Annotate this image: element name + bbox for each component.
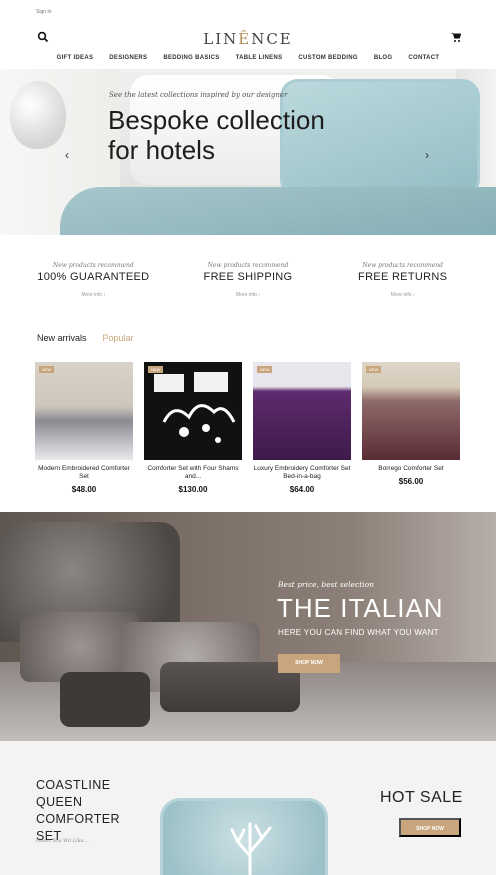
hot-sale-product-title[interactable]: COASTLINE QUEEN COMFORTER SET xyxy=(36,777,146,845)
hero-lamp-image xyxy=(10,81,66,149)
product-image[interactable]: NEW xyxy=(35,362,133,460)
feature-title: FREE SHIPPING xyxy=(203,271,293,283)
feature-kicker: New products recommend xyxy=(362,262,443,269)
feature-more-link[interactable]: More info › xyxy=(236,292,260,298)
features-row: New products recommend 100% GUARANTEED M… xyxy=(0,262,496,301)
feature-kicker: New products recommend xyxy=(53,262,134,269)
nav-blog[interactable]: BLOG xyxy=(374,55,393,69)
hero-headline: Bespoke collection for hotels xyxy=(108,105,325,165)
banner-title: THE ITALIAN xyxy=(277,593,444,623)
product-price: $130.00 xyxy=(178,485,208,494)
hero-duvet xyxy=(60,187,496,235)
feature-more-link[interactable]: More info › xyxy=(391,292,415,298)
top-bar: Sign In xyxy=(0,0,496,24)
new-badge: NEW xyxy=(39,366,55,373)
new-badge: NEW xyxy=(366,366,382,373)
product-image[interactable]: NEW xyxy=(362,362,460,460)
cart-icon[interactable] xyxy=(450,30,462,42)
hot-sale-kicker: Guest You Wil Like... xyxy=(36,838,89,844)
nav-contact[interactable]: CONTACT xyxy=(408,55,439,69)
chevron-left-icon[interactable]: ‹ xyxy=(62,149,72,161)
header: LINÊNCE xyxy=(0,24,496,48)
feature-free-shipping: New products recommend FREE SHIPPING Mor… xyxy=(173,262,323,301)
product-name[interactable]: Modern Embroidered Comforter Set xyxy=(35,465,133,481)
hot-sale-shop-now-button[interactable]: SHOP NOW xyxy=(399,818,461,837)
shop-now-button[interactable]: SHOP NOW xyxy=(278,654,340,673)
feature-kicker: New products recommend xyxy=(207,262,289,269)
site-logo[interactable]: LINÊNCE xyxy=(0,30,496,48)
product-name[interactable]: Comforter Set with Four Shams and... xyxy=(144,465,242,481)
italian-banner: Best price, best selection THE ITALIAN H… xyxy=(0,512,496,741)
feature-more-link[interactable]: More info › xyxy=(81,292,105,298)
nav-designers[interactable]: DESIGNERS xyxy=(109,55,147,69)
product-price: $48.00 xyxy=(71,485,97,494)
product-card[interactable]: NEW Luxury Embroidery Comforter Set Bed-… xyxy=(253,362,351,494)
logo-prefix: LIN xyxy=(203,30,239,48)
feature-guaranteed: New products recommend 100% GUARANTEED M… xyxy=(18,262,168,301)
product-card[interactable]: NEW Modern Embroidered Comforter Set $48… xyxy=(35,362,133,494)
product-grid: NEW Modern Embroidered Comforter Set $48… xyxy=(35,362,462,494)
banner-kicker: Best price, best selection xyxy=(278,580,374,589)
banner-subtitle: HERE YOU CAN FIND WHAT YOU WANT xyxy=(278,628,439,637)
tab-popular[interactable]: Popular xyxy=(103,333,134,343)
nav-bedding-basics[interactable]: BEDDING BASICS xyxy=(163,55,219,69)
hero-tagline: See the latest collections inspired by o… xyxy=(109,91,288,99)
main-nav: GIFT IDEAS DESIGNERS BEDDING BASICS TABL… xyxy=(0,48,496,69)
product-name[interactable]: Luxury Embroidery Comforter Set Bed-in-a… xyxy=(253,465,351,481)
product-card[interactable]: NEW Comforter Set with Four Shams and...… xyxy=(144,362,242,494)
feature-title: 100% GUARANTEED xyxy=(37,271,150,283)
nav-table-linens[interactable]: TABLE LINENS xyxy=(236,55,283,69)
coral-embroidery-icon xyxy=(230,822,272,875)
chevron-right-icon[interactable]: › xyxy=(422,149,432,161)
product-card[interactable]: NEW Borrego Comforter Set $56.00 xyxy=(362,362,460,494)
logo-accent: Ê xyxy=(238,30,252,48)
new-badge: NEW xyxy=(257,366,273,373)
hero-slider: See the latest collections inspired by o… xyxy=(0,69,496,235)
product-name[interactable]: Borrego Comforter Set xyxy=(362,465,460,473)
product-price: $64.00 xyxy=(289,485,315,494)
product-image[interactable]: NEW xyxy=(144,362,242,460)
nav-custom-bedding[interactable]: CUSTOM BEDDING xyxy=(298,55,357,69)
nav-gift-ideas[interactable]: GIFT IDEAS xyxy=(57,55,94,69)
sign-in-link[interactable]: Sign In xyxy=(36,9,52,15)
logo-suffix: NCE xyxy=(251,30,293,48)
product-price: $56.00 xyxy=(398,477,424,486)
banner-pillow xyxy=(60,672,150,727)
tab-new-arrivals[interactable]: New arrivals xyxy=(37,333,87,343)
new-badge: NEW xyxy=(148,366,164,373)
hot-sale-section: COASTLINE QUEEN COMFORTER SET Guest You … xyxy=(0,741,496,875)
feature-free-returns: New products recommend FREE RETURNS More… xyxy=(328,262,478,301)
hot-sale-title: HOT SALE xyxy=(380,789,463,806)
product-image[interactable]: NEW xyxy=(253,362,351,460)
feature-title: FREE RETURNS xyxy=(358,271,448,283)
product-tabs: New arrivals Popular xyxy=(37,333,134,343)
